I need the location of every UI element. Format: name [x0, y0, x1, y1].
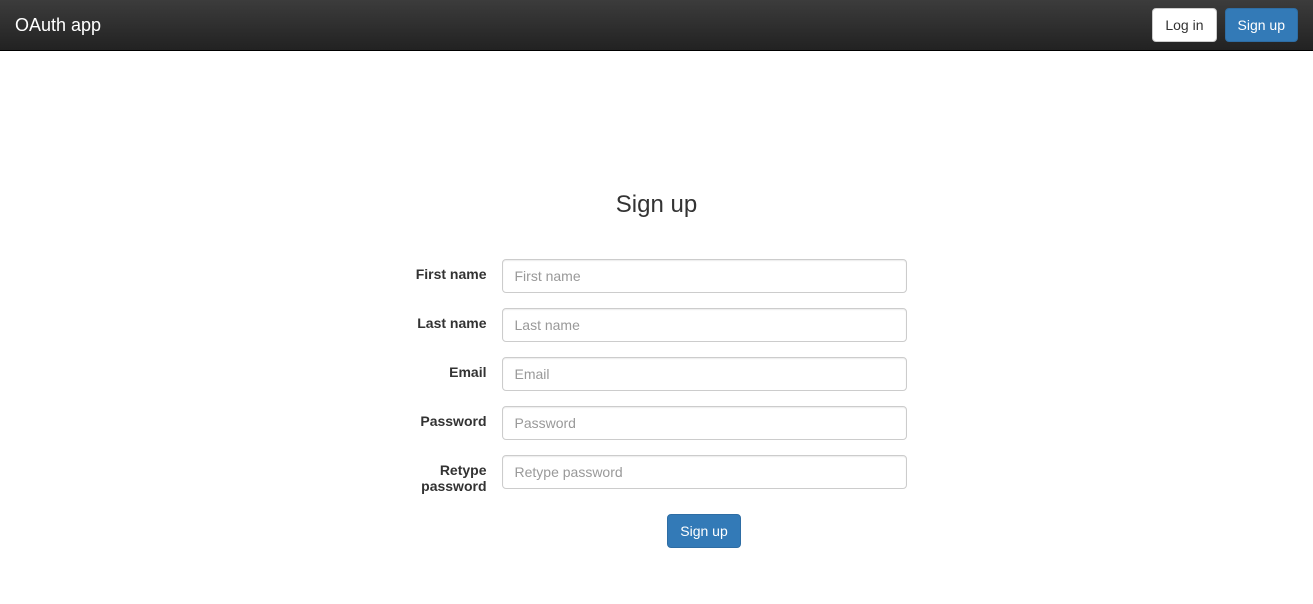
- navbar-brand[interactable]: OAuth app: [15, 0, 101, 50]
- page-title: Sign up: [87, 191, 1227, 219]
- retype-password-label: Retype password: [407, 455, 502, 494]
- password-label: Password: [407, 406, 502, 429]
- password-input[interactable]: [502, 406, 907, 440]
- email-label: Email: [407, 357, 502, 380]
- signup-form: First name Last name Email Password Rety…: [407, 259, 907, 548]
- navbar-right: Log in Sign up: [1152, 0, 1298, 50]
- navbar: OAuth app Log in Sign up: [0, 0, 1313, 51]
- content: Sign up First name Last name Email Passw…: [87, 191, 1227, 548]
- signup-nav-button[interactable]: Sign up: [1225, 8, 1298, 42]
- last-name-label: Last name: [407, 308, 502, 331]
- login-button[interactable]: Log in: [1152, 8, 1216, 42]
- first-name-input[interactable]: [502, 259, 907, 293]
- form-group-retype-password: Retype password: [407, 455, 907, 494]
- retype-password-input[interactable]: [502, 455, 907, 489]
- form-actions: Sign up: [502, 514, 907, 548]
- form-group-email: Email: [407, 357, 907, 391]
- form-group-password: Password: [407, 406, 907, 440]
- main-container: Sign up First name Last name Email Passw…: [72, 191, 1242, 548]
- last-name-input[interactable]: [502, 308, 907, 342]
- signup-submit-button[interactable]: Sign up: [667, 514, 740, 548]
- form-group-last-name: Last name: [407, 308, 907, 342]
- email-input[interactable]: [502, 357, 907, 391]
- first-name-label: First name: [407, 259, 502, 282]
- form-group-first-name: First name: [407, 259, 907, 293]
